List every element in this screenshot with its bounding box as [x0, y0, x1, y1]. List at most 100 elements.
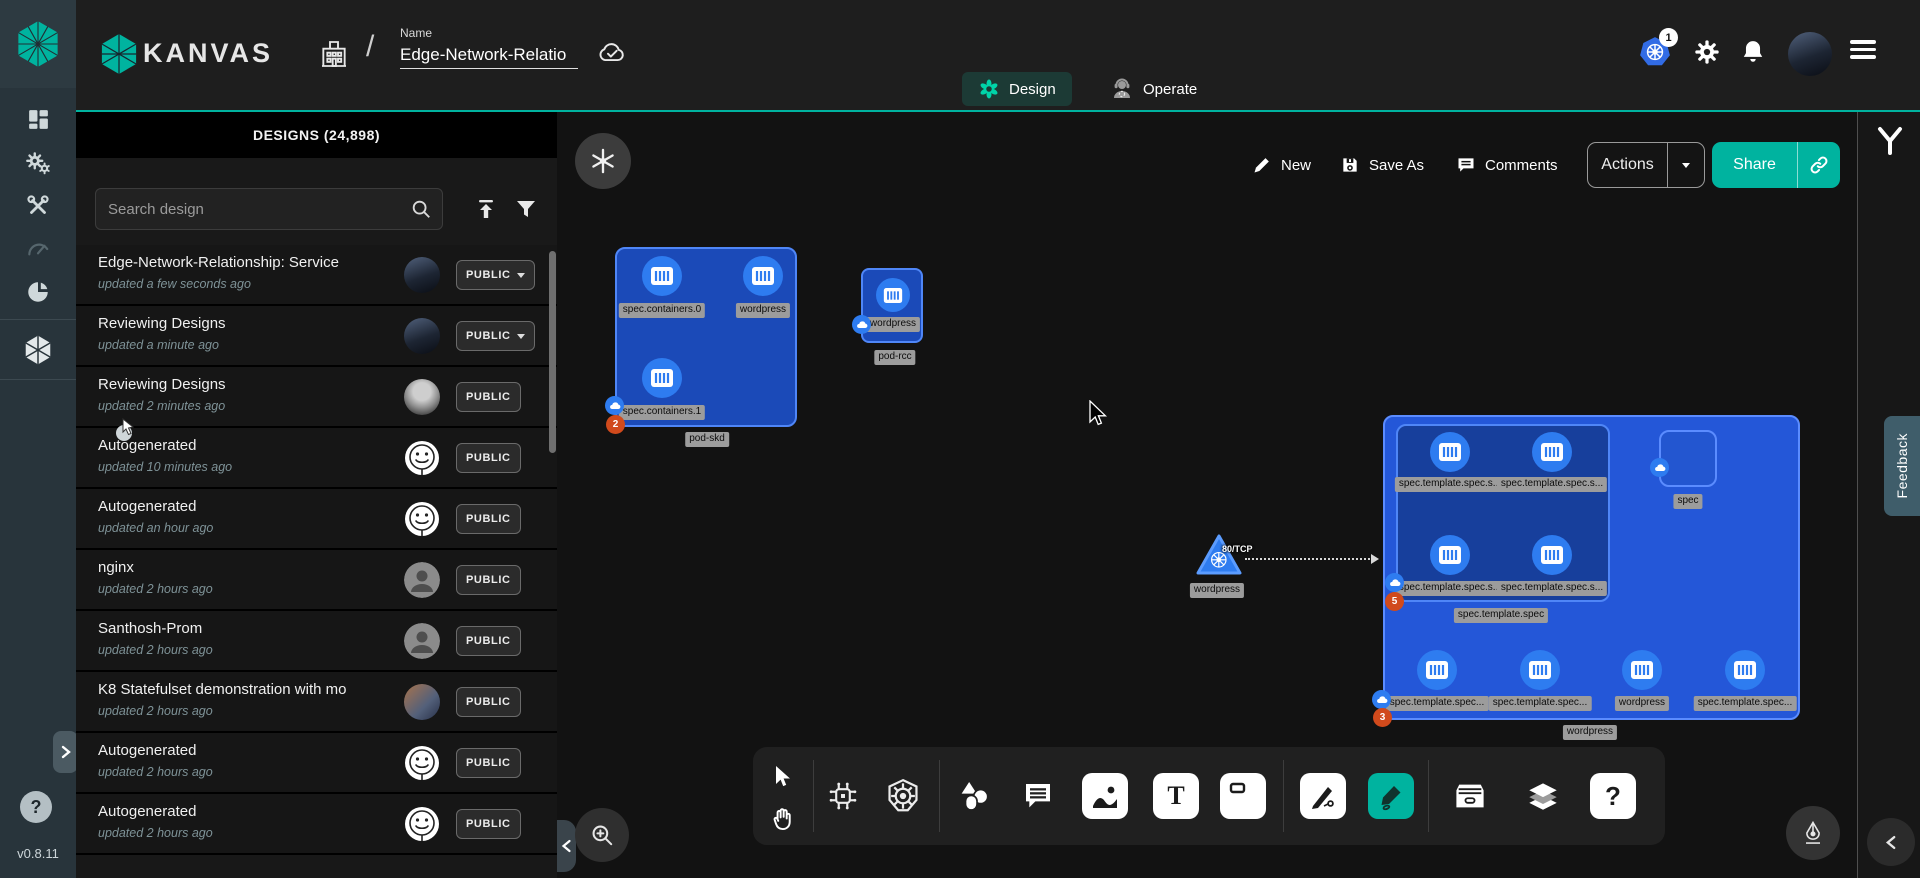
- list-scrollbar-thumb[interactable]: [549, 251, 556, 453]
- comments-button[interactable]: Comments: [1456, 142, 1558, 188]
- merge-branch-icon[interactable]: [1874, 124, 1906, 158]
- container-node[interactable]: [1725, 650, 1765, 690]
- kubernetes-tool-button[interactable]: [880, 773, 926, 819]
- design-list-item[interactable]: Autogenerated updated 2 hours ago PUBLIC: [76, 794, 557, 855]
- annotation-tool-button[interactable]: [1015, 773, 1061, 819]
- meshery-logo[interactable]: [0, 0, 76, 88]
- sidebar-item-configuration[interactable]: [0, 184, 76, 227]
- feedback-button[interactable]: Feedback: [1884, 416, 1920, 516]
- collapse-panel-button[interactable]: [557, 820, 576, 872]
- design-list-item[interactable]: nginx updated 2 hours ago PUBLIC: [76, 550, 557, 611]
- node-service-wordpress[interactable]: [1195, 533, 1243, 577]
- sidebar-item-dashboard[interactable]: [0, 98, 76, 141]
- visibility-button[interactable]: PUBLIC: [456, 382, 521, 412]
- deploy-badge[interactable]: [605, 396, 624, 415]
- visibility-button[interactable]: PUBLIC: [456, 687, 521, 717]
- notifications-bell-icon[interactable]: [1740, 38, 1766, 66]
- new-button[interactable]: New: [1252, 142, 1311, 188]
- freehand-draw-button[interactable]: [1368, 773, 1414, 819]
- design-list-item[interactable]: Autogenerated updated an hour ago PUBLIC: [76, 489, 557, 550]
- kubernetes-context-icon[interactable]: 1: [1637, 32, 1673, 72]
- search-icon[interactable]: [410, 198, 432, 220]
- performance-icon: [25, 236, 51, 262]
- hamburger-menu-icon[interactable]: [1850, 40, 1876, 59]
- sidebar-item-extensions[interactable]: [0, 270, 76, 313]
- shapes-tool-button[interactable]: [951, 771, 997, 821]
- deploy-badge[interactable]: [1650, 458, 1669, 477]
- visibility-button[interactable]: PUBLIC: [456, 321, 535, 351]
- help-button[interactable]: ?: [20, 791, 52, 823]
- design-list-item[interactable]: Santhosh-Prom updated 2 hours ago PUBLIC: [76, 611, 557, 672]
- organization-icon[interactable]: [318, 36, 350, 72]
- kanvas-logo-icon[interactable]: [100, 32, 138, 76]
- drawer-tool-button[interactable]: [1447, 773, 1493, 819]
- note-tool-button[interactable]: [1220, 773, 1266, 819]
- design-owner-avatar: [404, 440, 440, 476]
- select-tool-button[interactable]: [766, 760, 800, 794]
- save-as-button[interactable]: Save As: [1340, 142, 1424, 188]
- design-name-input[interactable]: [400, 42, 578, 69]
- components-tool-button[interactable]: [820, 773, 866, 819]
- container-node[interactable]: [1622, 650, 1662, 690]
- sidebar-item-lifecycle[interactable]: [0, 141, 76, 184]
- visibility-button[interactable]: PUBLIC: [456, 504, 521, 534]
- container-node[interactable]: [642, 256, 682, 296]
- container-node[interactable]: [1532, 535, 1572, 575]
- container-node[interactable]: [642, 358, 682, 398]
- container-node[interactable]: [1430, 535, 1470, 575]
- actions-dropdown-toggle[interactable]: [1668, 163, 1704, 168]
- filter-icon[interactable]: [514, 197, 538, 221]
- design-list-item[interactable]: Reviewing Designs updated 2 minutes ago …: [76, 367, 557, 428]
- container-node[interactable]: [1430, 432, 1470, 472]
- error-count-badge[interactable]: 3: [1373, 708, 1392, 727]
- pan-tool-button[interactable]: [764, 801, 802, 837]
- actions-button[interactable]: Actions: [1587, 142, 1705, 188]
- deploy-badge[interactable]: [1372, 690, 1391, 709]
- text-tool-button[interactable]: T: [1153, 773, 1199, 819]
- zoom-button[interactable]: [575, 808, 629, 862]
- comments-icon: [1456, 155, 1476, 175]
- error-count-badge[interactable]: 5: [1385, 592, 1404, 611]
- deploy-badge[interactable]: [1385, 573, 1404, 592]
- tab-operate[interactable]: Operate: [1094, 72, 1213, 106]
- container-node[interactable]: [876, 278, 910, 312]
- visibility-button[interactable]: PUBLIC: [456, 565, 521, 595]
- container-node[interactable]: [743, 256, 783, 296]
- search-input[interactable]: [96, 201, 410, 218]
- sidebar-item-kanvas[interactable]: [0, 328, 76, 371]
- sidebar-item-performance[interactable]: [0, 227, 76, 270]
- visibility-button[interactable]: PUBLIC: [456, 809, 521, 839]
- design-list-item[interactable]: Autogenerated updated 10 minutes ago PUB…: [76, 428, 557, 489]
- import-design-icon[interactable]: [474, 197, 498, 221]
- node-spec[interactable]: [1659, 430, 1717, 487]
- design-list-item[interactable]: Reviewing Designs updated a minute ago P…: [76, 306, 557, 367]
- help-tool-button[interactable]: ?: [1590, 773, 1636, 819]
- settings-gear-icon[interactable]: [1693, 38, 1721, 66]
- visibility-button[interactable]: PUBLIC: [456, 260, 535, 290]
- design-list-item[interactable]: K8 Statefulset demonstration with mo upd…: [76, 672, 557, 733]
- canvas-menu-button[interactable]: [575, 133, 631, 189]
- layers-tool-button[interactable]: [1520, 771, 1566, 821]
- image-tool-button[interactable]: [1082, 773, 1128, 819]
- expand-rail-button[interactable]: [53, 731, 78, 773]
- share-button[interactable]: Share: [1712, 142, 1840, 188]
- edge-service-to-deployment[interactable]: [1245, 558, 1377, 560]
- design-list-item[interactable]: Edge-Network-Relationship: Service updat…: [76, 245, 557, 306]
- container-node[interactable]: [1532, 432, 1572, 472]
- deploy-badge[interactable]: [852, 315, 871, 334]
- dock-collapse-button[interactable]: [1867, 818, 1915, 866]
- error-count-badge[interactable]: 2: [606, 415, 625, 434]
- tab-design[interactable]: Design: [962, 72, 1072, 106]
- pen-tool-button[interactable]: [1300, 773, 1346, 819]
- visibility-button[interactable]: PUBLIC: [456, 443, 521, 473]
- copy-link-button[interactable]: [1798, 155, 1840, 175]
- visibility-button[interactable]: PUBLIC: [456, 748, 521, 778]
- node-spec-template[interactable]: [1396, 424, 1610, 602]
- visibility-button[interactable]: PUBLIC: [456, 626, 521, 656]
- container-node[interactable]: [1417, 650, 1457, 690]
- signature-button[interactable]: [1786, 806, 1840, 860]
- user-avatar[interactable]: [1788, 32, 1832, 76]
- share-label: Share: [1712, 156, 1797, 174]
- container-node[interactable]: [1520, 650, 1560, 690]
- design-list-item[interactable]: Autogenerated updated 2 hours ago PUBLIC: [76, 733, 557, 794]
